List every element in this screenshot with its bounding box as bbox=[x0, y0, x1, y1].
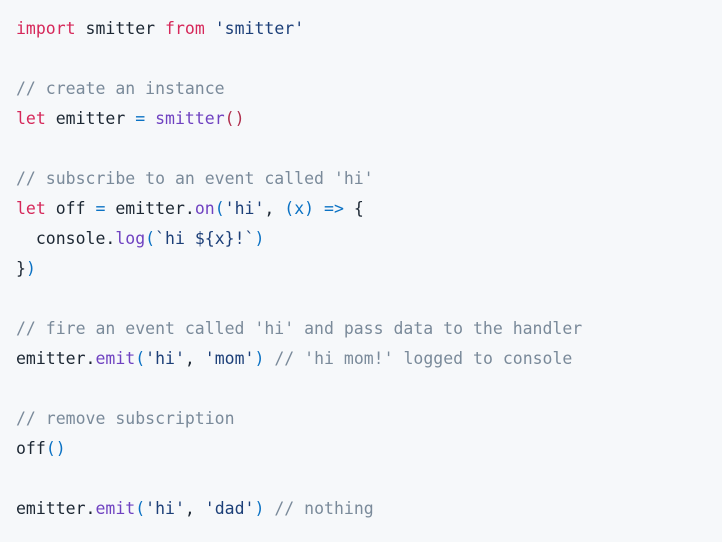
code-token-punctuation: (x) bbox=[284, 199, 315, 218]
code-line: console.log(`hi ${x}!`) bbox=[16, 224, 722, 254]
code-token-plain: console bbox=[35, 229, 106, 248]
code-token-plain: . bbox=[184, 199, 195, 218]
code-token-string: 'smitter' bbox=[214, 19, 305, 38]
code-token-string: 'hi' bbox=[145, 349, 185, 368]
code-token-string: 'mom' bbox=[204, 349, 255, 368]
code-line: let emitter = smitter() bbox=[16, 104, 722, 134]
code-token-keyword: let bbox=[16, 199, 46, 218]
code-token-keyword: import bbox=[16, 19, 76, 38]
code-token-operator: = bbox=[135, 109, 146, 128]
code-token-keyword: let bbox=[16, 109, 46, 128]
code-token-comment: // fire an event called 'hi' and pass da… bbox=[16, 319, 583, 338]
code-token-function: smitter bbox=[155, 109, 225, 128]
code-token-plain: off bbox=[55, 199, 86, 218]
code-token-plain: off bbox=[16, 439, 46, 458]
code-line: off() bbox=[16, 434, 722, 464]
code-token-punctuation: ) bbox=[25, 259, 36, 278]
code-line: let off = emitter.on('hi', (x) => { bbox=[16, 194, 722, 224]
code-token-plain: , bbox=[264, 199, 275, 218]
code-token-punctuation: ) bbox=[254, 229, 265, 248]
code-lines-container: import smitter from 'smitter' // create … bbox=[16, 14, 722, 524]
code-token-punctuation: ( bbox=[135, 499, 146, 518]
code-token-plain: , bbox=[184, 349, 195, 368]
code-token-punctuation: ( bbox=[214, 199, 225, 218]
code-token-function: emit bbox=[95, 349, 136, 368]
code-line: // fire an event called 'hi' and pass da… bbox=[16, 314, 722, 344]
code-line: emitter.emit('hi', 'mom') // 'hi mom!' l… bbox=[16, 344, 722, 374]
code-line: import smitter from 'smitter' bbox=[16, 14, 722, 44]
code-token-function: log bbox=[115, 229, 146, 248]
code-token-comment: // nothing bbox=[274, 499, 374, 518]
code-token-comment: // remove subscription bbox=[16, 409, 235, 428]
code-token-plain: . bbox=[85, 499, 96, 518]
code-token-comment: // subscribe to an event called 'hi' bbox=[16, 169, 374, 188]
code-block[interactable]: import smitter from 'smitter' // create … bbox=[0, 0, 722, 542]
code-token-punctuation: ( bbox=[145, 229, 156, 248]
code-token-paren_red: () bbox=[224, 109, 245, 128]
code-token-string: 'hi' bbox=[224, 199, 265, 218]
code-token-plain: emitter bbox=[115, 199, 185, 218]
code-line: // create an instance bbox=[16, 74, 722, 104]
code-token-plain: } bbox=[16, 259, 26, 278]
code-token-plain: emitter bbox=[16, 349, 86, 368]
code-token-punctuation: () bbox=[45, 439, 66, 458]
code-token-punctuation: ( bbox=[135, 349, 146, 368]
code-token-string: `hi ${x}!` bbox=[155, 229, 255, 248]
code-token-punctuation: ) bbox=[254, 349, 265, 368]
code-token-plain: { bbox=[353, 199, 364, 218]
code-line: // remove subscription bbox=[16, 404, 722, 434]
code-token-operator: = bbox=[95, 199, 106, 218]
code-token-string: 'dad' bbox=[204, 499, 255, 518]
code-token-function: on bbox=[194, 199, 215, 218]
code-line: emitter.emit('hi', 'dad') // nothing bbox=[16, 494, 722, 524]
code-token-plain: emitter bbox=[55, 109, 126, 128]
code-token-plain: . bbox=[105, 229, 116, 248]
code-token-plain: , bbox=[184, 499, 195, 518]
code-token-punctuation: ) bbox=[254, 499, 265, 518]
code-token-plain: emitter bbox=[16, 499, 86, 518]
code-token-plain: smitter bbox=[85, 19, 156, 38]
code-token-string: 'hi' bbox=[145, 499, 185, 518]
code-token-plain: . bbox=[85, 349, 96, 368]
code-line: // subscribe to an event called 'hi' bbox=[16, 164, 722, 194]
code-token-keyword: from bbox=[165, 19, 205, 38]
code-token-function: emit bbox=[95, 499, 136, 518]
code-token-operator: => bbox=[324, 199, 344, 218]
code-token-comment: // 'hi mom!' logged to console bbox=[274, 349, 573, 368]
code-token-comment: // create an instance bbox=[16, 79, 225, 98]
code-line: }) bbox=[16, 254, 722, 284]
